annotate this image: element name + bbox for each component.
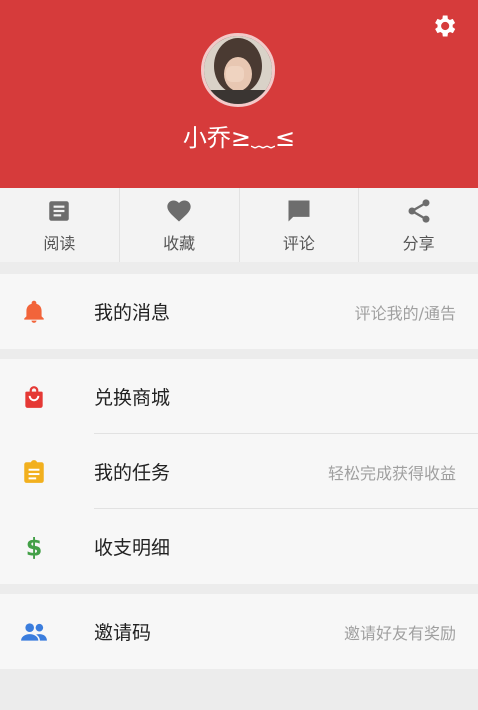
menu-hint: 轻松完成获得收益: [327, 463, 456, 483]
svg-text:$: $: [26, 534, 43, 560]
settings-button[interactable]: [428, 10, 460, 42]
tab-read[interactable]: 阅读: [0, 188, 120, 262]
clipboard-icon: [20, 458, 48, 486]
menu-title: 我的任务: [94, 462, 171, 484]
menu-group-invite: 邀请码 邀请好友有奖励: [0, 594, 478, 669]
dollar-icon: $: [20, 533, 48, 561]
bell-icon: [20, 298, 48, 326]
menu-title: 兑换商城: [94, 387, 171, 409]
tab-label: 分享: [402, 234, 435, 253]
menu-group-messages: 我的消息 评论我的/通告: [0, 274, 478, 349]
menu-hint: 评论我的/通告: [354, 303, 456, 323]
menu-group-earnings: 兑换商城 我的任务 轻松完成获得收益 $ 收支明细: [0, 359, 478, 584]
share-icon: [404, 196, 434, 226]
tab-comments[interactable]: 评论: [240, 188, 360, 262]
menu-item-exchange[interactable]: 兑换商城: [0, 359, 478, 434]
heart-icon: [164, 196, 194, 226]
menu-title: 我的消息: [94, 302, 171, 324]
menu-item-invite[interactable]: 邀请码 邀请好友有奖励: [0, 594, 478, 669]
username: 小乔≥﹏≤: [182, 124, 296, 152]
menu-item-tasks[interactable]: 我的任务 轻松完成获得收益: [0, 434, 478, 509]
menu-hint: 邀请好友有奖励: [343, 623, 456, 643]
menu-item-messages[interactable]: 我的消息 评论我的/通告: [0, 274, 478, 349]
tab-label: 收藏: [163, 234, 196, 253]
comment-icon: [284, 196, 314, 226]
tab-label: 评论: [282, 234, 315, 253]
tab-label: 阅读: [43, 234, 76, 253]
gear-icon: [435, 15, 456, 37]
avatar[interactable]: [201, 33, 275, 107]
article-icon: [44, 196, 74, 226]
tab-favorites[interactable]: 收藏: [120, 188, 240, 262]
profile-header: 小乔≥﹏≤: [0, 0, 478, 188]
menu-title: 收支明细: [94, 537, 171, 559]
people-icon: [20, 618, 48, 646]
menu-item-income[interactable]: $ 收支明细: [0, 509, 478, 584]
menu-title: 邀请码: [94, 622, 152, 644]
tab-share[interactable]: 分享: [359, 188, 478, 262]
activity-tabs: 阅读 收藏 评论 分享: [0, 188, 478, 262]
shopping-bag-icon: [20, 383, 48, 411]
